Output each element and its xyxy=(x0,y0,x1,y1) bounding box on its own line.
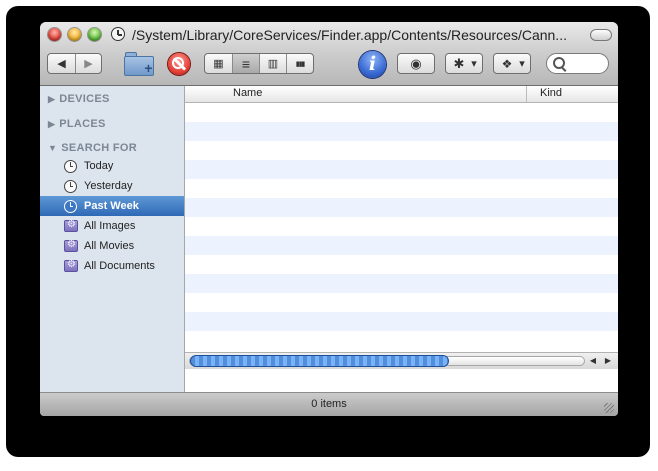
list-item xyxy=(185,217,618,236)
scroll-left-button[interactable]: ◀ xyxy=(586,355,600,367)
forward-button[interactable]: ▶ xyxy=(76,54,101,73)
sidebar-item-label: Today xyxy=(84,160,114,172)
list-item xyxy=(185,255,618,274)
sidebar-item-label: Yesterday xyxy=(84,180,133,192)
view-switcher: ▦ ≡ ▥ ▮▮▮ xyxy=(204,53,314,74)
window-title: /System/Library/CoreServices/Finder.app/… xyxy=(132,27,567,43)
coverflow-view-button[interactable]: ▮▮▮ xyxy=(287,54,313,73)
arrow-left-icon: ◀ xyxy=(589,356,597,365)
icon-view-icon: ▦ xyxy=(213,58,224,70)
column-header: Name Kind xyxy=(185,86,618,103)
column-header-name[interactable]: Name xyxy=(233,87,262,99)
new-folder-button[interactable]: + xyxy=(124,50,156,77)
quick-look-button[interactable]: ◉ xyxy=(397,53,435,74)
sidebar-item-all-movies[interactable]: All Movies xyxy=(40,236,184,256)
back-arrow-icon: ◀ xyxy=(57,58,66,70)
sidebar-item-today[interactable]: Today xyxy=(40,156,184,176)
column-divider[interactable] xyxy=(526,86,527,102)
column-header-kind[interactable]: Kind xyxy=(540,87,562,99)
delete-button[interactable] xyxy=(168,53,190,75)
clock-icon xyxy=(64,159,77,173)
smart-folder-icon xyxy=(64,239,78,252)
dropbox-icon: ❖ xyxy=(501,56,513,71)
chevron-down-icon: ▾ xyxy=(471,58,477,70)
eye-icon: ◉ xyxy=(410,55,422,71)
sidebar: ▶ DEVICES ▶ PLACES ▼ SEARCH FOR Today Yeste… xyxy=(40,86,185,392)
scroll-right-button[interactable]: ▶ xyxy=(601,355,615,367)
disclosure-triangle-icon: ▶ xyxy=(48,119,56,129)
file-list: Name Kind ◀ ▶ xyxy=(185,86,618,392)
toolbar-toggle-button[interactable] xyxy=(590,29,612,41)
sidebar-item-yesterday[interactable]: Yesterday xyxy=(40,176,184,196)
list-item xyxy=(185,331,618,350)
resize-grip-icon[interactable] xyxy=(604,403,614,413)
list-item xyxy=(185,293,618,312)
disclosure-triangle-icon: ▶ xyxy=(48,94,56,104)
forward-arrow-icon: ▶ xyxy=(84,58,93,70)
sidebar-section-places[interactable]: ▶ PLACES xyxy=(48,118,106,130)
sidebar-item-past-week[interactable]: Past Week xyxy=(40,196,184,216)
search-input[interactable] xyxy=(567,56,607,73)
list-rows xyxy=(185,103,618,351)
sidebar-item-all-documents[interactable]: All Documents xyxy=(40,256,184,276)
back-forward-control: ◀ ▶ xyxy=(47,53,102,74)
list-item xyxy=(185,198,618,217)
section-label: SEARCH FOR xyxy=(61,142,137,154)
finder-window: /System/Library/CoreServices/Finder.app/… xyxy=(40,22,618,416)
horizontal-scrollbar[interactable]: ◀ ▶ xyxy=(185,352,618,369)
gear-icon: ✱ xyxy=(453,55,465,71)
list-item xyxy=(185,312,618,331)
clock-icon xyxy=(64,199,77,213)
list-item xyxy=(185,179,618,198)
search-icon xyxy=(553,57,565,69)
clock-icon xyxy=(64,179,77,193)
zoom-button[interactable] xyxy=(88,28,101,41)
sidebar-item-all-images[interactable]: All Images xyxy=(40,216,184,236)
search-field[interactable] xyxy=(546,53,609,74)
sidebar-section-devices[interactable]: ▶ DEVICES xyxy=(48,93,110,105)
list-item xyxy=(185,236,618,255)
action-menu-button[interactable]: ✱ ▾ xyxy=(445,53,483,74)
close-button[interactable] xyxy=(48,28,61,41)
sidebar-item-label: All Images xyxy=(84,220,136,232)
list-item xyxy=(185,103,618,122)
sidebar-section-search-for[interactable]: ▼ SEARCH FOR xyxy=(48,142,137,154)
scroll-thumb[interactable] xyxy=(190,355,449,367)
list-item xyxy=(185,122,618,141)
list-view-button[interactable]: ≡ xyxy=(233,54,259,73)
info-icon: i xyxy=(368,53,377,75)
get-info-button[interactable]: i xyxy=(359,51,386,78)
arrow-right-icon: ▶ xyxy=(604,356,612,365)
smart-folder-icon xyxy=(64,219,78,232)
title-clock-icon xyxy=(111,27,125,41)
chevron-down-icon: ▾ xyxy=(519,58,525,70)
sidebar-item-label: All Movies xyxy=(84,240,135,252)
list-item xyxy=(185,274,618,293)
list-item xyxy=(185,141,618,160)
section-label: PLACES xyxy=(59,118,106,130)
list-view-icon: ≡ xyxy=(241,55,251,72)
item-count: 0 items xyxy=(311,398,347,410)
column-view-icon: ▥ xyxy=(267,58,279,70)
icon-view-button[interactable]: ▦ xyxy=(205,54,232,73)
plus-icon: + xyxy=(144,60,153,76)
sidebar-item-label: Past Week xyxy=(84,200,139,212)
smart-folder-icon xyxy=(64,259,78,272)
status-bar: 0 items xyxy=(40,392,618,416)
title-toolbar: /System/Library/CoreServices/Finder.app/… xyxy=(40,22,618,86)
section-label: DEVICES xyxy=(59,93,110,105)
sidebar-item-label: All Documents xyxy=(84,260,155,272)
column-view-button[interactable]: ▥ xyxy=(260,54,286,73)
list-item xyxy=(185,160,618,179)
disclosure-triangle-icon: ▼ xyxy=(48,143,58,153)
minimize-button[interactable] xyxy=(68,28,81,41)
back-button[interactable]: ◀ xyxy=(48,54,75,73)
dropbox-menu-button[interactable]: ❖ ▾ xyxy=(493,53,531,74)
coverflow-view-icon: ▮▮▮ xyxy=(295,60,306,68)
